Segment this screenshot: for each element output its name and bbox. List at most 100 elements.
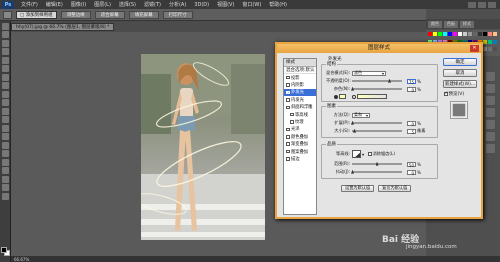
tab-color[interactable]: 颜色	[428, 20, 442, 28]
menu-3d[interactable]: 3D(D)	[190, 2, 213, 8]
menu-select[interactable]: 选择(S)	[115, 1, 140, 8]
menu-filter[interactable]: 滤镜(T)	[140, 1, 165, 8]
jitter-input[interactable]: 0	[407, 169, 416, 176]
foreground-color-swatch[interactable]	[1, 247, 7, 253]
fx-checkbox[interactable]	[290, 112, 294, 117]
fx-item[interactable]: 内发光	[284, 96, 316, 103]
size-input[interactable]: 5	[407, 128, 416, 135]
preview-toggle[interactable]: ✓ 预览(V)	[443, 91, 480, 97]
preview-checkbox[interactable]: ✓	[444, 91, 448, 96]
fx-item[interactable]: 渐变叠加	[284, 141, 316, 148]
opacity-slider-handle[interactable]	[388, 78, 391, 83]
dodge-tool-icon[interactable]	[2, 133, 9, 140]
spread-slider[interactable]	[351, 120, 402, 125]
color-swatch[interactable]	[448, 32, 452, 36]
fx-checkbox[interactable]	[286, 98, 290, 102]
fx-checkbox[interactable]	[286, 127, 290, 132]
method-select[interactable]: 柔和 ▾	[352, 112, 370, 118]
move-tool-icon[interactable]	[2, 22, 9, 30]
color-swatch[interactable]	[478, 32, 482, 36]
fill-screen-button[interactable]: 填充屏幕	[128, 10, 159, 19]
glow-gradient-picker[interactable]	[357, 94, 387, 99]
opacity-input[interactable]: 75	[407, 78, 416, 85]
fx-item[interactable]: 光泽	[284, 126, 316, 133]
zoom-level[interactable]: 66.67%	[14, 257, 29, 262]
tab-styles[interactable]: 样式	[460, 20, 474, 28]
gradient-tool-icon[interactable]	[2, 116, 9, 123]
photo-canvas[interactable]	[141, 54, 265, 240]
print-size-button[interactable]: 打印尺寸	[162, 10, 193, 19]
menu-window[interactable]: 窗口(W)	[238, 1, 265, 8]
color-swatch[interactable]	[488, 47, 492, 52]
range-slider[interactable]	[352, 161, 402, 166]
menu-analysis[interactable]: 分析(A)	[165, 1, 190, 8]
color-swatch[interactable]	[433, 32, 437, 36]
channels-panel-icon[interactable]	[486, 84, 495, 93]
color-swatch[interactable]	[428, 32, 432, 36]
maximize-button[interactable]	[478, 1, 486, 8]
fx-checkbox[interactable]	[286, 135, 290, 139]
color-swatch[interactable]	[493, 47, 497, 52]
noise-slider[interactable]	[351, 86, 402, 91]
healing-brush-tool-icon[interactable]	[2, 73, 9, 81]
actions-panel-icon[interactable]	[486, 144, 495, 153]
cancel-button[interactable]: 取消	[443, 69, 477, 77]
preset-dropdown[interactable]: □ 添加到样例组	[16, 10, 57, 19]
dialog-title-bar[interactable]: 图层样式 ✕	[277, 44, 481, 53]
fx-item[interactable]: 纹理	[284, 118, 316, 125]
menu-layer[interactable]: 图层(L)	[90, 1, 115, 8]
document-tab[interactable]: hhy(07).jpg @ 66.7% (图层1, 图层蒙版/8) *	[11, 23, 115, 31]
menu-edit[interactable]: 编辑(E)	[42, 1, 67, 8]
color-radio[interactable]	[334, 94, 338, 99]
range-slider-handle[interactable]	[375, 161, 379, 166]
pen-tool-icon[interactable]	[2, 141, 9, 149]
menu-help[interactable]: 帮助(H)	[265, 1, 291, 8]
fx-checkbox[interactable]	[286, 142, 290, 146]
color-swatch[interactable]	[438, 32, 442, 36]
refine-edge-button[interactable]: 调整边缘	[60, 10, 91, 19]
fx-checkbox[interactable]: ✓	[286, 90, 290, 94]
fx-item[interactable]: 内阴影	[284, 81, 316, 88]
glow-color-swatch[interactable]	[339, 94, 346, 99]
fx-checkbox[interactable]	[286, 105, 290, 109]
reset-default-button[interactable]: 复位为默认值	[378, 185, 412, 192]
eyedropper-tool-icon[interactable]	[2, 65, 9, 72]
spread-input[interactable]: 0	[407, 120, 416, 127]
crop-tool-icon[interactable]	[2, 56, 9, 64]
contour-picker[interactable]	[352, 150, 361, 158]
fx-checkbox[interactable]	[290, 120, 294, 124]
magic-wand-tool-icon[interactable]	[2, 48, 9, 55]
color-swatch[interactable]	[458, 32, 462, 36]
masks-panel-icon[interactable]	[486, 132, 495, 141]
eraser-tool-icon[interactable]	[2, 107, 9, 115]
layers-panel-icon[interactable]	[486, 72, 495, 81]
color-swatch[interactable]	[443, 32, 447, 36]
history-brush-tool-icon[interactable]	[2, 99, 9, 106]
fx-item[interactable]: 颜色叠加	[284, 133, 316, 140]
path-selection-tool-icon[interactable]	[2, 158, 9, 166]
menu-file[interactable]: 文件(F)	[17, 1, 42, 8]
lasso-tool-icon[interactable]	[2, 39, 9, 47]
shape-tool-icon[interactable]	[2, 167, 9, 174]
blur-tool-icon[interactable]	[2, 124, 9, 132]
size-slider-handle[interactable]	[353, 128, 356, 133]
paths-panel-icon[interactable]	[486, 96, 495, 105]
size-slider[interactable]	[352, 128, 402, 133]
fx-checkbox[interactable]	[286, 83, 290, 87]
gradient-radio[interactable]	[352, 94, 356, 99]
fx-item[interactable]: 图案叠加	[284, 148, 316, 155]
menu-image[interactable]: 图像(I)	[67, 1, 90, 8]
close-icon[interactable]: ✕	[470, 45, 479, 52]
fx-checkbox[interactable]	[286, 75, 290, 80]
fx-item[interactable]: 斜面和浮雕	[284, 104, 316, 111]
fx-item[interactable]: 等高线	[284, 111, 316, 118]
color-swatch[interactable]	[493, 32, 497, 36]
fx-checkbox[interactable]	[286, 149, 290, 154]
chevron-down-icon[interactable]: ▾	[362, 152, 364, 157]
color-swatch[interactable]	[493, 39, 497, 44]
color-swatch[interactable]	[483, 39, 487, 44]
blending-options-item[interactable]: 混合选项:默认	[284, 67, 316, 74]
make-default-button[interactable]: 设置为默认值	[341, 185, 375, 192]
color-swatch[interactable]	[453, 32, 457, 36]
color-swatch[interactable]	[473, 32, 477, 36]
